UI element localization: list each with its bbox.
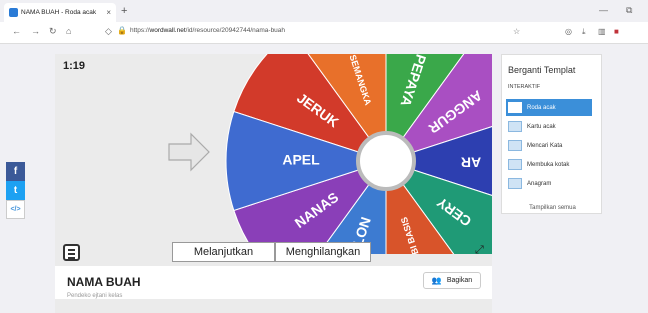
fullscreen-icon[interactable]: ⤢ (475, 244, 484, 257)
template-random-cards[interactable]: Kartu acak (506, 118, 592, 135)
random-wheel-icon (508, 102, 522, 113)
menu-button[interactable] (63, 244, 80, 261)
timer: 1:19 (63, 60, 86, 72)
back-arrow-icon[interactable]: ← (12, 26, 21, 36)
browser-tab[interactable]: NAMA BUAH - Roda acak × (4, 3, 116, 22)
twitter-share-icon[interactable]: t (6, 181, 25, 200)
tab-title: NAMA BUAH - Roda acak (21, 9, 97, 16)
spinner-wheel[interactable]: JERUKSEMANGKA PEPAYAANGGURARCERYARBI BASI… (225, 54, 492, 254)
template-random-wheel[interactable]: Roda acak (506, 99, 592, 116)
url-prefix: https:// (130, 27, 150, 34)
continue-button[interactable]: Melanjutkan (172, 242, 275, 262)
anagram-icon (508, 178, 522, 189)
template-panel-title: Berganti Templat (508, 65, 576, 75)
wordsearch-icon (508, 140, 522, 151)
pocket-icon[interactable]: ◎ (565, 27, 572, 36)
url-domain: wordwall.net (149, 27, 186, 34)
template-label: Membuka kotak (527, 161, 570, 168)
share-button[interactable]: 👥 Bagikan (423, 272, 481, 289)
template-label: Roda acak (527, 104, 556, 111)
template-wordsearch[interactable]: Mencari Kata (506, 137, 592, 154)
embed-icon[interactable]: </> (6, 200, 25, 219)
activity-author: Pendeko ejtani kelas (67, 293, 123, 299)
template-label: Mencari Kata (527, 142, 563, 149)
wheel-hub[interactable] (356, 131, 416, 191)
template-anagram[interactable]: Anagram (506, 175, 592, 192)
activity-title: NAMA BUAH (67, 275, 141, 289)
lock-icon[interactable]: 🔒 (117, 26, 127, 35)
page-content: f t </> 1:19 JERUK SEMANGKA PEPAYA ANGGUR AR… (0, 45, 648, 313)
shield-icon[interactable]: ◇ (105, 26, 112, 37)
reload-icon[interactable]: ↻ (49, 26, 57, 37)
tab-close-icon[interactable]: × (106, 8, 111, 17)
tab-bar: NAMA BUAH - Roda acak × + — ⧉ (0, 0, 648, 22)
library-icon[interactable]: ▥ (598, 27, 606, 36)
facebook-share-icon[interactable]: f (6, 162, 25, 181)
extension-icon[interactable]: ■ (614, 27, 619, 36)
home-icon[interactable]: ⌂ (66, 26, 71, 36)
wheel-segment-label: APEL (282, 152, 320, 168)
random-cards-icon (508, 121, 522, 132)
download-icon[interactable]: ⤓ (582, 27, 586, 37)
new-tab-button[interactable]: + (121, 5, 127, 17)
navigation-bar: ← → ↻ ⌂ ◇ 🔒 https://wordwall.net/id/reso… (0, 22, 648, 44)
remove-button[interactable]: Menghilangkan (275, 242, 371, 262)
template-open-box[interactable]: Membuka kotak (506, 156, 592, 173)
share-icon: 👥 (431, 276, 442, 285)
wordwall-favicon-icon (9, 8, 18, 17)
template-panel: Berganti Templat INTERAKTIF Roda acak Ka… (501, 54, 602, 214)
address-bar[interactable]: https://wordwall.net/id/resource/2094274… (130, 27, 285, 34)
template-label: Anagram (527, 180, 552, 187)
template-panel-subtitle: INTERAKTIF (508, 84, 541, 90)
template-label: Kartu acak (527, 123, 556, 130)
share-label: Bagikan (446, 277, 473, 284)
minimize-button[interactable]: — (599, 5, 608, 15)
open-box-icon (508, 159, 522, 170)
activity-info-bar: NAMA BUAH Pendeko ejtani kelas 👥 Bagikan (55, 266, 492, 299)
restore-button[interactable]: ⧉ (626, 5, 632, 16)
wheel-segment-label: AR (461, 154, 481, 170)
url-path: /id/resource/20942744/nama-buah (185, 27, 286, 34)
show-all-link[interactable]: Tampilkan semua (502, 205, 603, 211)
forward-arrow-icon[interactable]: → (31, 26, 40, 36)
pointer-arrow-icon (168, 132, 210, 172)
bookmark-star-icon[interactable]: ☆ (513, 27, 520, 36)
wheel-controls: Melanjutkan Menghilangkan ⤢ (55, 242, 492, 266)
